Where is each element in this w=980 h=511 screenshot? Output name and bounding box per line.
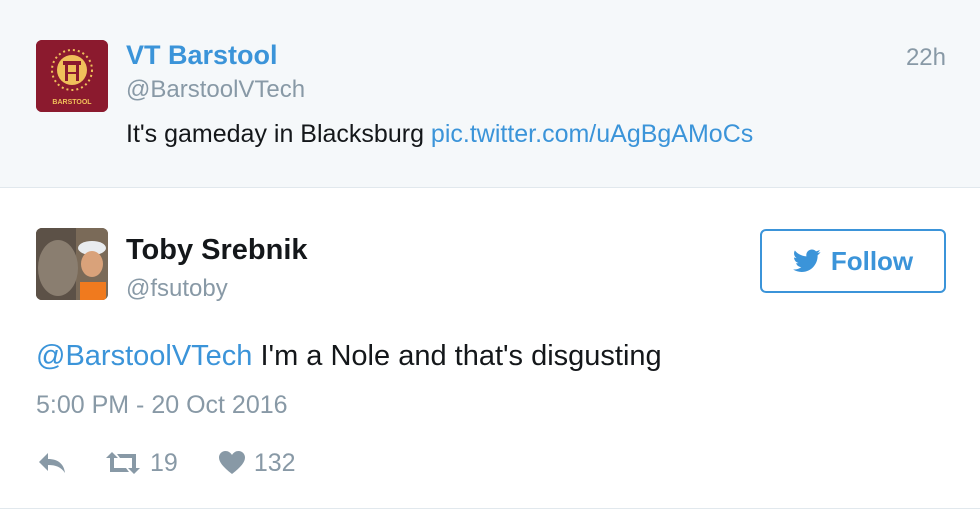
quoted-tweet[interactable]: BARSTOOL VT Barstool @BarstoolVTech 22h … [0,0,980,188]
timestamp[interactable]: 22h [906,44,946,72]
follow-label: Follow [830,245,914,276]
like-count: 132 [253,448,296,477]
tweet-actions: 19 132 [36,445,296,481]
reply-icon [39,453,65,473]
tweet-text: It's gameday in Blacksburg pic.twitter.c… [126,120,753,149]
retweet-icon [106,452,140,474]
media-link[interactable]: pic.twitter.com/uAgBgAMoCs [431,120,753,148]
author-handle[interactable]: @BarstoolVTech [126,76,305,104]
like-button[interactable]: 132 [218,449,296,478]
author-name[interactable]: Toby Srebnik [126,234,308,267]
tweet-text: @BarstoolVTech I'm a Nole and that's dis… [36,340,662,373]
author-name[interactable]: VT Barstool [126,40,278,71]
tweet-body: I'm a Nole and that's disgusting [252,340,662,372]
divider [0,508,980,509]
barstool-logo-icon: BARSTOOL [36,40,108,112]
twitter-bird-icon [792,249,821,272]
avatar-wordmark: BARSTOOL [52,99,92,106]
avatar[interactable]: BARSTOOL [36,40,108,112]
timestamp[interactable]: 5:00 PM - 20 Oct 2016 [36,391,288,420]
heart-icon [218,451,245,474]
mention-link[interactable]: @BarstoolVTech [36,340,252,372]
tweet-body: It's gameday in Blacksburg [126,120,431,148]
retweet-count: 19 [150,448,178,477]
avatar[interactable] [36,228,108,300]
profile-photo [36,228,108,300]
follow-button[interactable]: Follow [760,229,946,293]
author-handle[interactable]: @fsutoby [126,275,228,303]
retweet-button[interactable]: 19 [104,449,178,478]
reply-button[interactable] [36,450,68,476]
